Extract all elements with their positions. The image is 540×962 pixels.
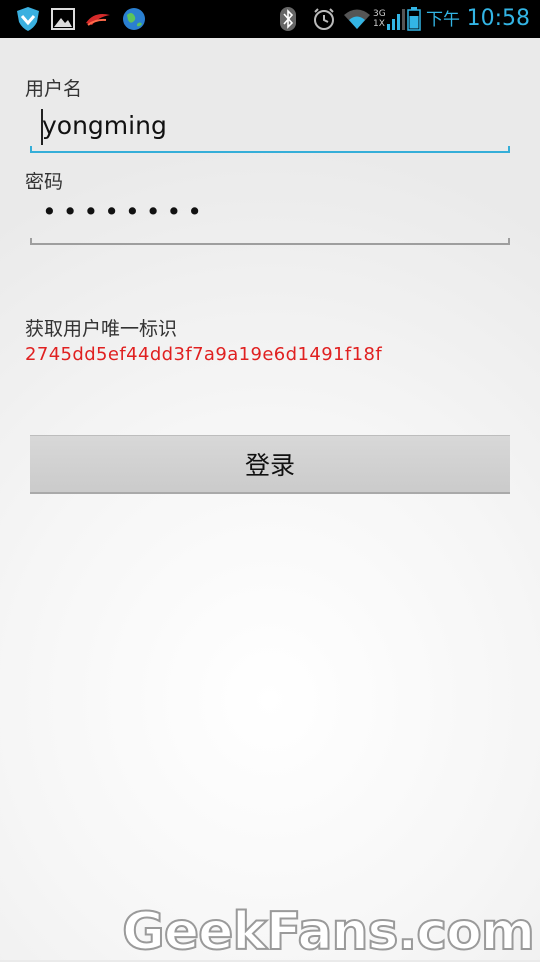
uid-label: 获取用户唯一标识	[25, 318, 178, 340]
uid-value: 2745dd5ef44dd3f7a9a19e6d1491f18f	[25, 344, 383, 365]
status-bar: 3G 1X 下午 10:58	[0, 0, 540, 38]
globe-icon	[120, 0, 148, 38]
alarm-icon	[311, 0, 337, 38]
login-button[interactable]: 登录	[30, 435, 510, 494]
password-field[interactable]: ••••••••	[30, 195, 510, 245]
signal-bars-icon	[386, 0, 406, 38]
username-value: yongming	[42, 111, 167, 140]
network-label-1x: 1X	[373, 19, 385, 29]
password-label: 密码	[25, 171, 64, 193]
watermark-logo: GeekFans.com	[121, 901, 536, 962]
username-field[interactable]: yongming	[30, 103, 510, 153]
app-icon	[84, 0, 112, 38]
password-value: ••••••••	[42, 197, 208, 226]
gallery-icon	[50, 0, 76, 38]
username-underline	[30, 146, 510, 153]
shield-icon	[14, 0, 42, 38]
wifi-icon	[342, 0, 372, 38]
status-time: 10:58	[466, 6, 530, 31]
password-underline	[30, 238, 510, 245]
bluetooth-icon	[278, 0, 298, 38]
status-ampm: 下午	[426, 10, 460, 30]
network-label-3g: 3G	[373, 9, 386, 19]
battery-icon	[406, 0, 422, 38]
username-label: 用户名	[25, 78, 83, 100]
